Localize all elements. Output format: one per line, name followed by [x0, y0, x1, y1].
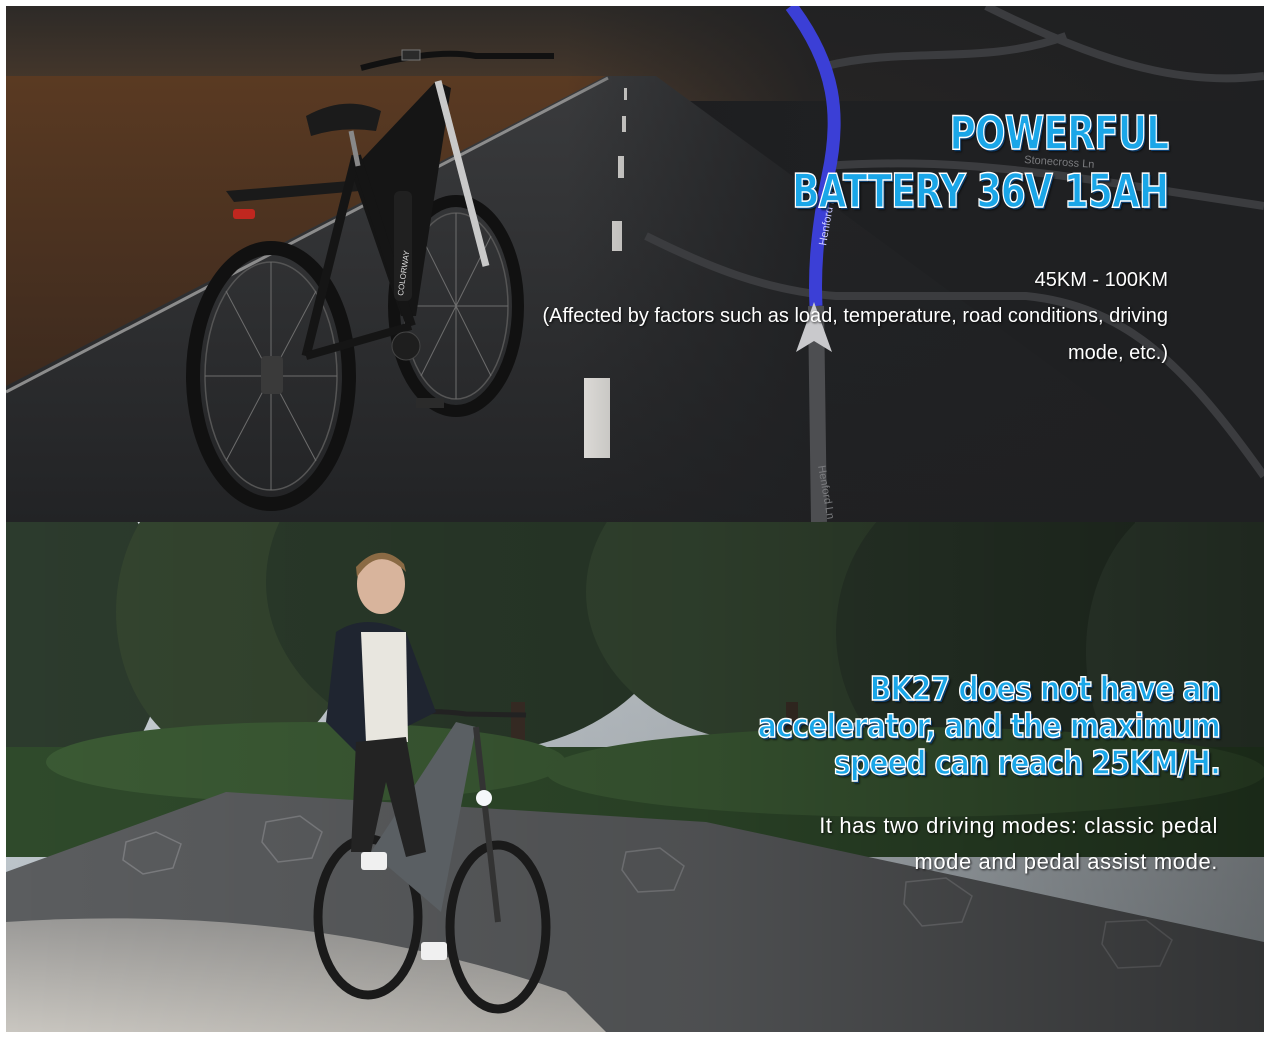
headlight [476, 790, 492, 806]
chainring [391, 331, 421, 361]
speed-headline: BK27 does not have an accelerator, and t… [757, 669, 1221, 782]
battery-headline-line1: POWERFUL [949, 105, 1170, 161]
battery-headline: POWERFUL BATTERY 36V 15AH [791, 104, 1170, 220]
rider-hoodie [361, 632, 408, 742]
driving-modes-text: It has two driving modes: classic pedal … [819, 813, 1218, 874]
rear-reflector [233, 209, 255, 219]
battery-range-text: 45KM - 100KM [1034, 269, 1168, 291]
display-unit [401, 49, 421, 61]
rider-shoe [361, 852, 387, 870]
speed-panel: BK27 does not have an accelerator, and t… [6, 522, 1264, 1032]
hub-motor [261, 356, 283, 394]
battery-headline-line2: BATTERY 36V 15AH [791, 163, 1169, 219]
pedal [416, 398, 444, 408]
battery-range-note: (Affected by factors such as load, tempe… [542, 305, 1168, 364]
battery-panel: Stonecross Ln Henford Ln Henford Ln COLO… [6, 6, 1264, 522]
